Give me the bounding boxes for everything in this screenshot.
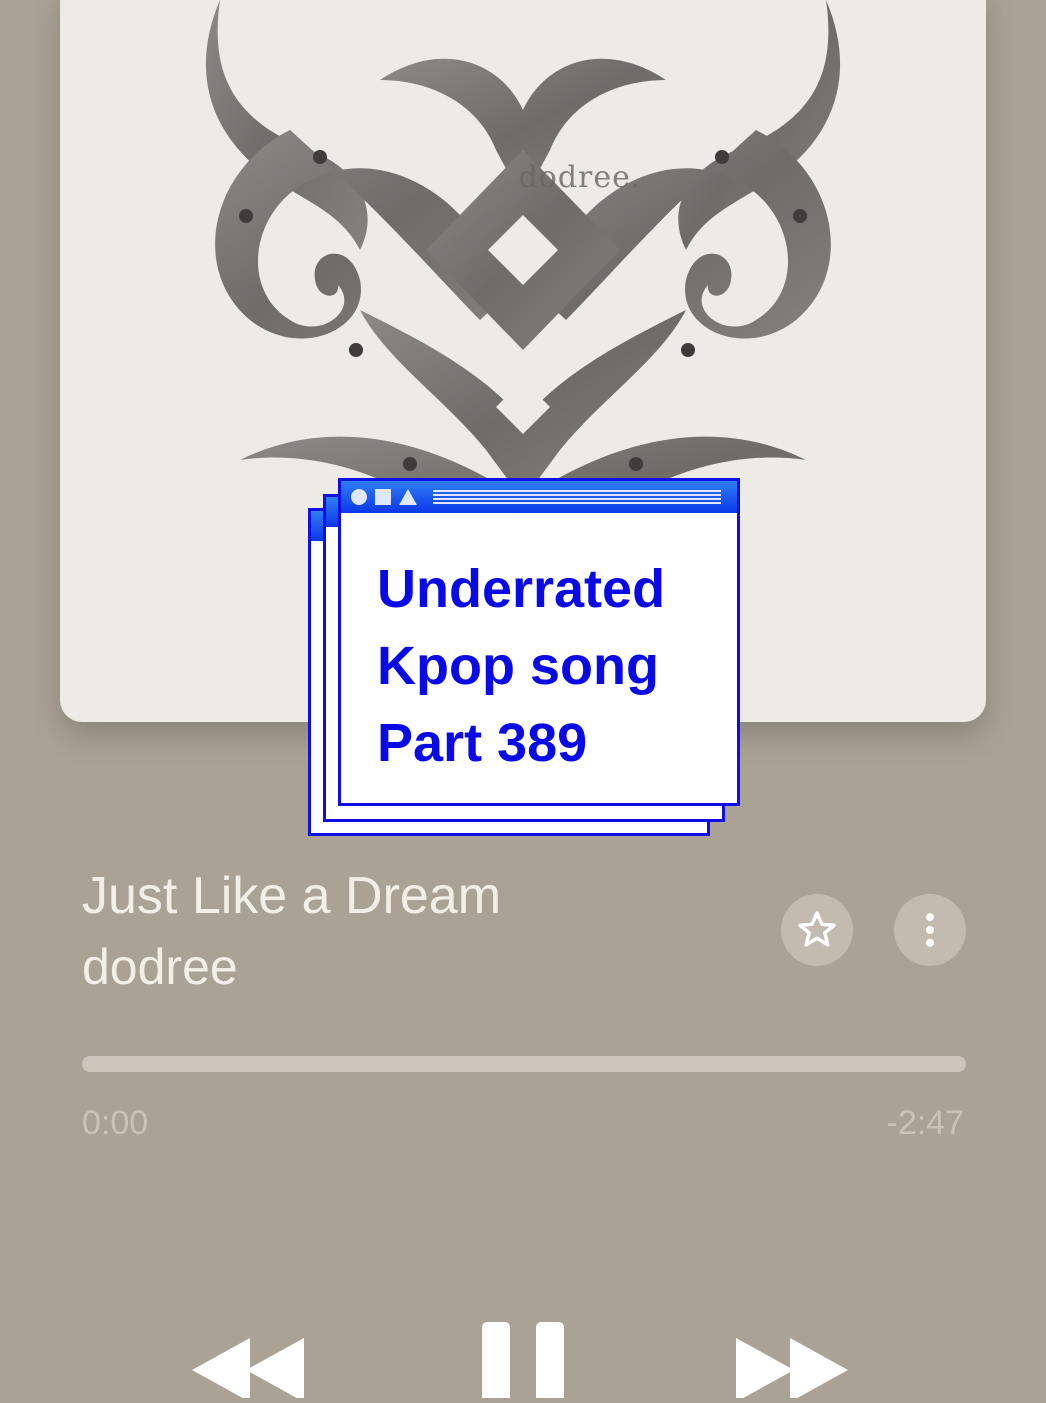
- window-frame-front: Underrated Kpop song Part 389: [338, 478, 740, 806]
- elapsed-time: 0:00: [82, 1104, 149, 1142]
- fast-forward-icon: [736, 1338, 848, 1402]
- titlebar-stripes: [433, 490, 721, 504]
- rewind-icon: [192, 1338, 304, 1402]
- fast-forward-button[interactable]: [734, 1318, 858, 1403]
- rewind-button[interactable]: [188, 1318, 312, 1403]
- track-artist[interactable]: dodree: [82, 938, 238, 996]
- playback-progress-bar[interactable]: [82, 1056, 966, 1072]
- caption-line-1: Underrated: [377, 559, 666, 619]
- pause-icon: [482, 1322, 564, 1403]
- more-vertical-icon: [925, 913, 935, 947]
- overlay-caption: Underrated Kpop song Part 389: [377, 551, 727, 782]
- triangle-control-icon: [399, 489, 417, 505]
- square-control-icon: [375, 489, 391, 505]
- window-controls: [351, 489, 417, 505]
- pause-button[interactable]: [482, 1318, 568, 1403]
- remaining-time: -2:47: [886, 1104, 965, 1142]
- caption-line-3: Part 389: [377, 713, 588, 773]
- track-title: Just Like a Dream: [82, 867, 502, 925]
- more-options-button[interactable]: [894, 894, 966, 966]
- window-titlebar: [341, 481, 737, 513]
- brand-logo-text: dodree.: [518, 160, 642, 195]
- star-icon: [798, 911, 836, 947]
- favorite-button[interactable]: [781, 894, 853, 966]
- circle-control-icon: [351, 489, 367, 505]
- title-overlay-windows: Underrated Kpop song Part 389: [306, 478, 740, 838]
- caption-line-2: Kpop song: [377, 636, 659, 696]
